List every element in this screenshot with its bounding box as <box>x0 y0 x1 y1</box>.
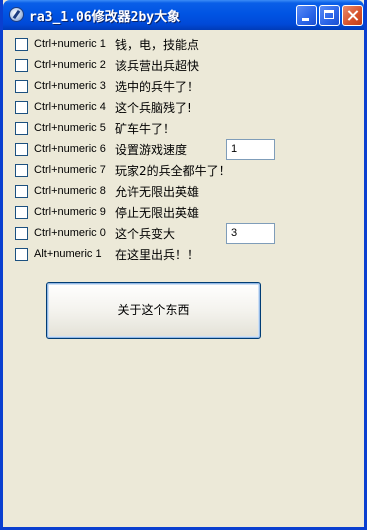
option-row-4: Ctrl+numeric 4 这个兵脑残了! <box>15 99 355 115</box>
option-checkbox-7[interactable] <box>15 164 28 177</box>
unit-size-input[interactable]: 3 <box>226 223 275 244</box>
option-hotkey-10[interactable]: Ctrl+numeric 0 <box>34 227 106 239</box>
option-row-7: Ctrl+numeric 7 玩家2的兵全都牛了！ <box>15 162 355 178</box>
option-checkbox-11[interactable] <box>15 248 28 261</box>
option-checkbox-10[interactable] <box>15 227 28 240</box>
option-row-11: Alt+numeric 1 在这里出兵！！ <box>15 246 355 262</box>
option-label-11: 在这里出兵！！ <box>115 248 200 262</box>
option-label-9: 停止无限出英雄 <box>115 206 200 220</box>
option-row-9: Ctrl+numeric 9 停止无限出英雄 <box>15 204 355 220</box>
option-label-6: 设置游戏速度 <box>115 143 188 157</box>
option-label-2: 该兵营出兵超快 <box>115 59 200 73</box>
option-hotkey-8[interactable]: Ctrl+numeric 8 <box>34 185 106 197</box>
app-icon[interactable] <box>9 7 24 22</box>
minimize-button[interactable] <box>296 5 317 26</box>
option-hotkey-6[interactable]: Ctrl+numeric 6 <box>34 143 106 155</box>
option-checkbox-2[interactable] <box>15 59 28 72</box>
option-hotkey-11[interactable]: Alt+numeric 1 <box>34 248 102 260</box>
option-hotkey-2[interactable]: Ctrl+numeric 2 <box>34 59 106 71</box>
option-row-5: Ctrl+numeric 5 矿车牛了！ <box>15 120 355 136</box>
title-bar[interactable]: ra3_1.06修改器2by大象 <box>3 0 364 30</box>
window-title: ra3_1.06修改器2by大象 <box>29 10 181 25</box>
option-label-8: 允许无限出英雄 <box>115 185 200 199</box>
option-row-3: Ctrl+numeric 3 选中的兵牛了！ <box>15 78 355 94</box>
option-checkbox-1[interactable] <box>15 38 28 51</box>
option-hotkey-7[interactable]: Ctrl+numeric 7 <box>34 164 106 176</box>
option-checkbox-6[interactable] <box>15 143 28 156</box>
option-label-3: 选中的兵牛了！ <box>115 80 200 94</box>
game-speed-input[interactable]: 1 <box>226 139 275 160</box>
option-row-2: Ctrl+numeric 2 该兵营出兵超快 <box>15 57 355 73</box>
option-checkbox-4[interactable] <box>15 101 28 114</box>
maximize-button[interactable] <box>319 5 340 26</box>
option-label-10: 这个兵变大 <box>115 227 176 241</box>
option-row-10: Ctrl+numeric 0 这个兵变大 <box>15 225 355 241</box>
option-hotkey-4[interactable]: Ctrl+numeric 4 <box>34 101 106 113</box>
option-label-1: 钱，电，技能点 <box>115 38 200 52</box>
option-label-7: 玩家2的兵全都牛了！ <box>115 164 231 178</box>
option-row-8: Ctrl+numeric 8 允许无限出英雄 <box>15 183 355 199</box>
option-hotkey-1[interactable]: Ctrl+numeric 1 <box>34 38 106 50</box>
option-hotkey-9[interactable]: Ctrl+numeric 9 <box>34 206 106 218</box>
option-row-6: Ctrl+numeric 6 设置游戏速度 <box>15 141 355 157</box>
close-button[interactable] <box>342 5 363 26</box>
option-hotkey-5[interactable]: Ctrl+numeric 5 <box>34 122 106 134</box>
option-row-1: Ctrl+numeric 1 钱，电，技能点 <box>15 36 355 52</box>
option-checkbox-8[interactable] <box>15 185 28 198</box>
about-button[interactable]: 关于这个东西 <box>46 282 261 339</box>
option-checkbox-5[interactable] <box>15 122 28 135</box>
option-label-5: 矿车牛了！ <box>115 122 176 136</box>
option-checkbox-3[interactable] <box>15 80 28 93</box>
option-hotkey-3[interactable]: Ctrl+numeric 3 <box>34 80 106 92</box>
option-checkbox-9[interactable] <box>15 206 28 219</box>
option-label-4: 这个兵脑残了! <box>115 101 192 115</box>
